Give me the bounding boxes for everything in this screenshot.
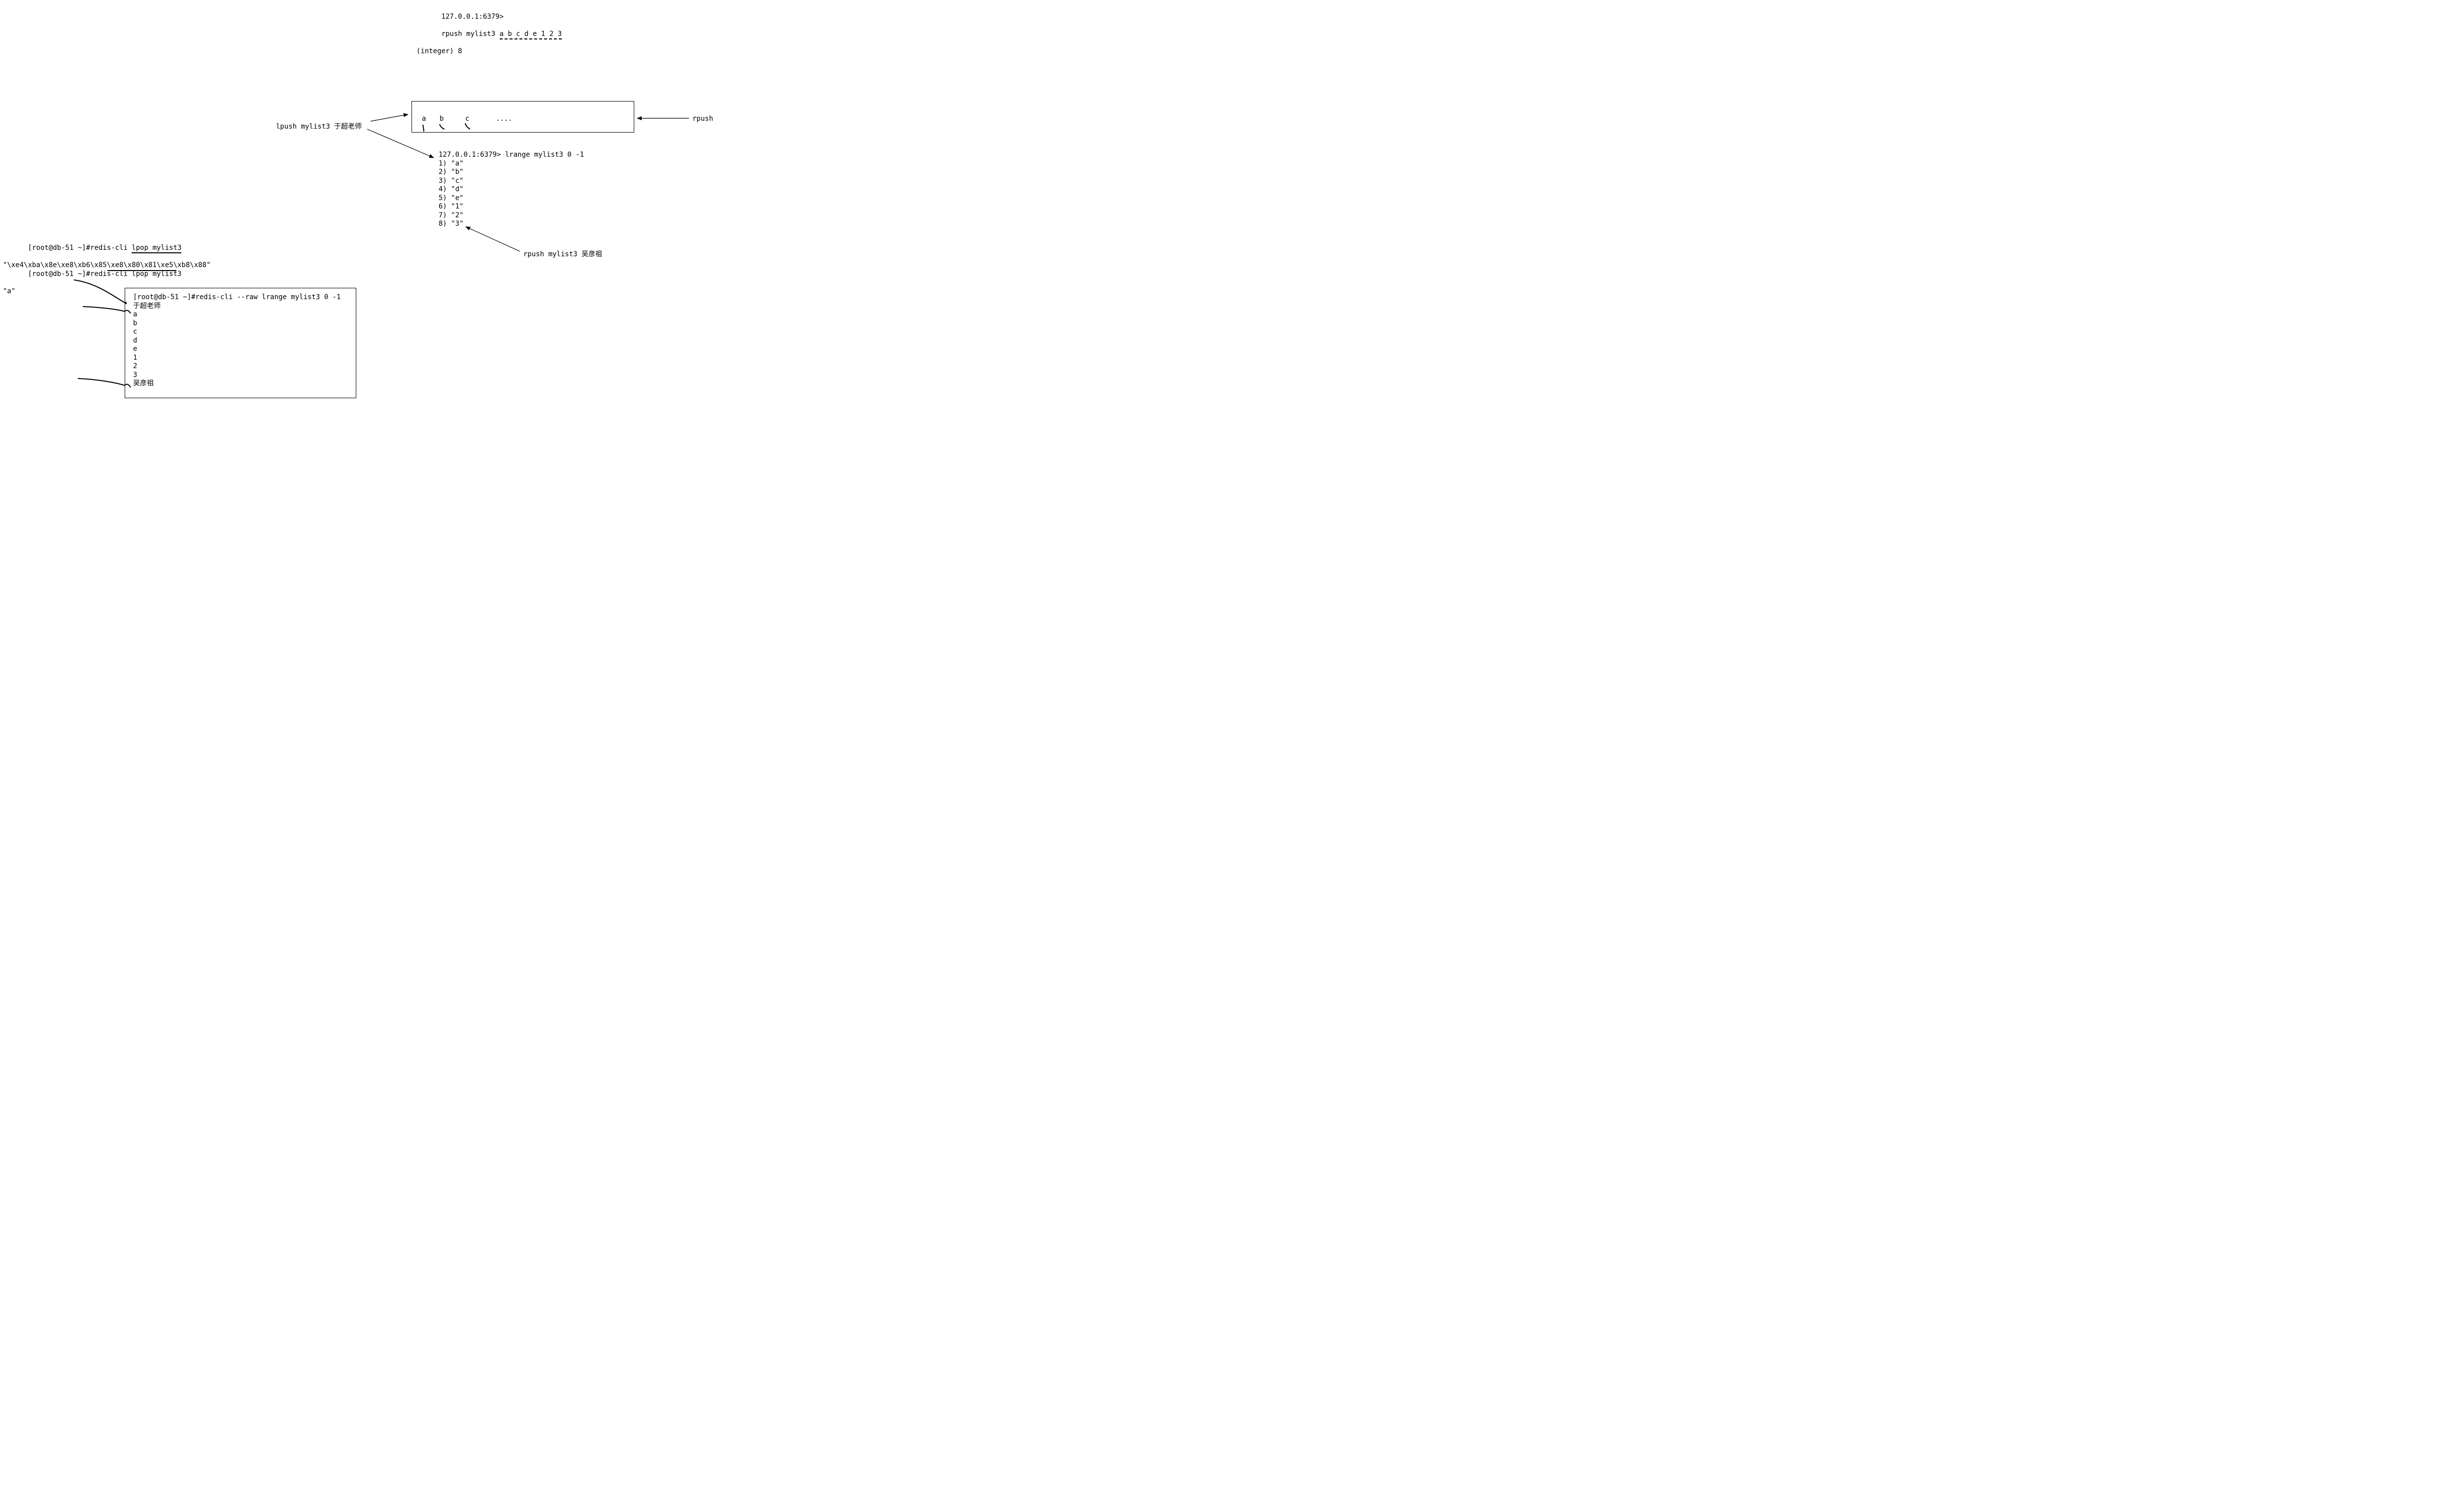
lrange-l2: 2) "b" <box>439 168 584 177</box>
raw-l1: a <box>133 310 348 319</box>
lrange-l6: 6) "1" <box>439 203 584 211</box>
shell-lpop1-cmdline: [root@db-51 ~]#redis-cli lpop mylist3 <box>3 235 210 261</box>
raw-l5: e <box>133 345 348 354</box>
prompt-text: 127.0.0.1:6379> <box>442 13 504 21</box>
rpush-args-underlined: a b c d e 1 2 3 <box>500 30 562 39</box>
raw-l2: b <box>133 319 348 328</box>
raw-l8: 3 <box>133 371 348 380</box>
rpush-bottom-label: rpush mylist3 吴彦祖 <box>523 249 602 259</box>
lrange-l1: 1) "a" <box>439 160 584 169</box>
slot-rest: .... <box>496 115 513 123</box>
slot-b: b <box>440 115 444 123</box>
list-box: a b c .... <box>411 101 634 133</box>
arrow-overlay <box>0 0 719 404</box>
underline-extra <box>107 270 176 271</box>
raw-l0: 于超老师 <box>133 302 348 311</box>
lrange-block: 127.0.0.1:6379> lrange mylist3 0 -1 1) "… <box>439 151 584 229</box>
lrange-l4: 4) "d" <box>439 185 584 194</box>
arrow-lpush-to-box <box>371 114 408 121</box>
rpush-cmd-head: rpush mylist3 <box>442 30 500 38</box>
raw-l3: c <box>133 328 348 337</box>
terminal-rpush-block: 127.0.0.1:6379> rpush mylist3 a b c d e … <box>416 4 562 56</box>
lrange-header: 127.0.0.1:6379> lrange mylist3 0 -1 <box>439 151 584 160</box>
slot-a: a <box>422 115 426 123</box>
lpush-label: lpush mylist3 于超老师 <box>276 121 362 131</box>
raw-l7: 2 <box>133 362 348 371</box>
raw-lrange-header: [root@db-51 ~]#redis-cli --raw lrange my… <box>133 293 348 302</box>
diagram-canvas: 127.0.0.1:6379> rpush mylist3 a b c d e … <box>0 0 719 404</box>
rpush-label: rpush <box>692 115 713 123</box>
lrange-l3: 3) "c" <box>439 177 584 186</box>
shell-lpop2-cmdline: [root@db-51 ~]#redis-cli lpop mylist3 <box>3 261 181 287</box>
shell-lpop1-prefix: [root@db-51 ~]#redis-cli <box>28 244 132 252</box>
raw-l6: 1 <box>133 354 348 363</box>
lrange-l5: 5) "e" <box>439 194 584 203</box>
slot-c: c <box>465 115 469 123</box>
raw-lrange-box: [root@db-51 ~]#redis-cli --raw lrange my… <box>125 288 356 398</box>
rpush-command-line: 127.0.0.1:6379> rpush mylist3 a b c d e … <box>416 4 562 47</box>
arrow-to-raw-l1a <box>83 307 125 311</box>
rpush-response: (integer) 8 <box>416 47 562 56</box>
raw-l9: 吴彦祖 <box>133 379 348 388</box>
lrange-l8: 8) "3" <box>439 220 584 229</box>
lrange-l7: 7) "2" <box>439 211 584 220</box>
arrow-rpush-bottom <box>466 227 520 251</box>
shell-lpop1-cmd: lpop mylist3 <box>132 244 181 253</box>
raw-l4: d <box>133 337 348 345</box>
arrow-to-raw-l9 <box>78 378 125 385</box>
arrow-lpush-to-lrange <box>367 129 434 158</box>
